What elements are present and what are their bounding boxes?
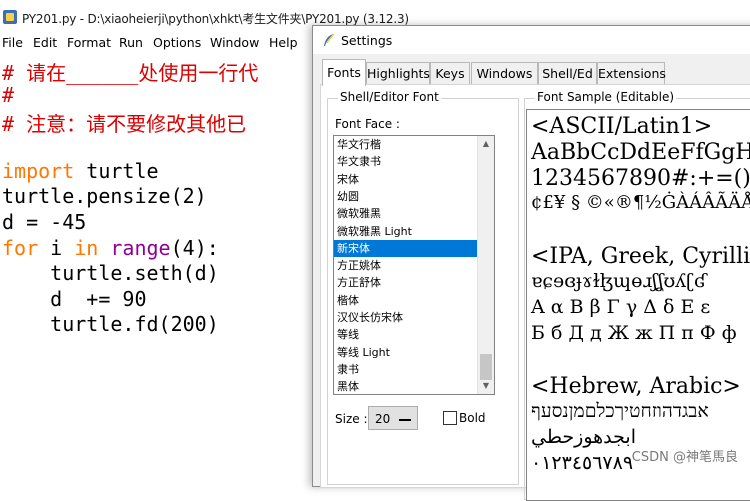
font-face-list[interactable]: 华文行楷 华文隶书 宋体 幼圆 微软雅黑 微软雅黑 Light 新宋体 方正姚体… xyxy=(333,135,495,395)
tab-keys[interactable]: Keys xyxy=(430,62,470,85)
code-line: d += 90 xyxy=(2,287,147,311)
sample-line: ابجدهوزحطي xyxy=(531,426,636,448)
menu-run[interactable]: Run xyxy=(119,35,143,50)
font-list-item[interactable]: 微软雅黑 Light xyxy=(334,223,481,240)
sample-line: ¢£¥ § ©«®¶½ĠÀÁÂÃÄÅ xyxy=(531,192,750,213)
sample-line: ɐɕɘɞɟɤɫɮɰɵɹʃʆʊʎʗʛ xyxy=(531,270,707,292)
menu-help[interactable]: Help xyxy=(269,35,298,50)
dialog-title: Settings xyxy=(341,33,393,48)
code-line: for i in range(4): xyxy=(2,236,219,260)
scrollbar-thumb[interactable] xyxy=(480,354,492,380)
code-comment-line: # xyxy=(2,83,15,107)
tab-shell-ed[interactable]: Shell/Ed xyxy=(538,62,597,85)
code-comment-line: # 请在______处使用一行代 xyxy=(2,61,259,85)
python-idle-icon xyxy=(3,10,17,24)
font-face-label: Font Face : xyxy=(335,117,400,131)
group-label: Font Sample (Editable) xyxy=(535,90,677,104)
bold-checkbox[interactable] xyxy=(443,411,457,425)
font-list-item[interactable]: 方正舒体 xyxy=(334,274,481,291)
font-list-item[interactable]: 等线 Light xyxy=(334,344,481,361)
settings-dialog: Settings Fonts Highlights Keys Windows S… xyxy=(312,25,750,501)
font-list-item[interactable]: 微软雅黑 xyxy=(334,205,481,222)
fonts-tab-panel: Shell/Editor Font Font Face : 华文行楷 华文隶书 … xyxy=(320,84,750,501)
tab-windows[interactable]: Windows xyxy=(471,62,538,85)
code-editor[interactable]: # 请在______处使用一行代 # # 注意：请不要修改其他已 import … xyxy=(0,55,320,473)
sample-line: AaBbCcDdEeFfGgHhIi xyxy=(531,140,750,165)
sample-line: <Hebrew, Arabic> xyxy=(531,374,741,399)
sample-line: אבגדהוזחטיךכלםמןנסעף xyxy=(531,400,709,422)
group-label: Shell/Editor Font xyxy=(338,90,441,104)
csdn-watermark: CSDN @神笔馬良 xyxy=(631,450,738,465)
menu-options[interactable]: Options xyxy=(153,35,201,50)
code-line: import turtle xyxy=(2,159,159,183)
menu-format[interactable]: Format xyxy=(67,35,111,50)
tab-extensions[interactable]: Extensions xyxy=(597,62,666,85)
font-size-dropdown[interactable]: 20 xyxy=(368,406,418,430)
sample-line: ٠١٢٣٤٥٦٧٨٩ xyxy=(531,452,634,474)
menu-window[interactable]: Window xyxy=(210,35,259,50)
sample-line: <ASCII/Latin1> xyxy=(531,114,713,139)
bold-label: Bold xyxy=(459,411,486,425)
idle-feather-icon xyxy=(324,33,335,46)
font-list-item[interactable]: 隶书 xyxy=(334,361,481,378)
tab-highlights[interactable]: Highlights xyxy=(366,62,430,85)
font-list-item[interactable]: 宋体 xyxy=(334,171,481,188)
font-list-item[interactable]: 等线 xyxy=(334,326,481,343)
font-list-item[interactable]: 汉仪长仿宋体 xyxy=(334,309,481,326)
font-list-scrollbar[interactable]: ▲ ▼ xyxy=(477,136,494,394)
menu-edit[interactable]: Edit xyxy=(33,35,57,50)
sample-line: Α α Β β Γ γ Δ δ Ε ε xyxy=(531,296,711,318)
code-line: turtle.fd(200) xyxy=(2,312,219,336)
tab-fonts[interactable]: Fonts xyxy=(322,59,366,86)
dialog-titlebar: Settings xyxy=(313,26,750,54)
font-list-item[interactable]: 楷体 xyxy=(334,292,481,309)
font-list-item[interactable]: 黑体 xyxy=(334,378,481,394)
code-comment-line: # 注意：请不要修改其他已 xyxy=(2,112,247,136)
font-list-item[interactable]: 华文隶书 xyxy=(334,153,481,170)
menu-indicator-icon xyxy=(399,419,411,421)
sample-line: <IPA, Greek, Cyrillic> xyxy=(531,244,750,269)
editor-menubar: File Edit Format Run Options Window Help xyxy=(0,33,330,53)
scroll-down-icon[interactable]: ▼ xyxy=(478,378,494,394)
font-list-item[interactable]: 华文行楷 xyxy=(334,136,481,153)
font-list-item[interactable]: 方正姚体 xyxy=(334,257,481,274)
sample-line: 1234567890#:+=(){} xyxy=(531,166,750,191)
font-size-value: 20 xyxy=(375,412,391,426)
font-list-item[interactable]: 幼圆 xyxy=(334,188,481,205)
scroll-up-icon[interactable]: ▲ xyxy=(478,136,494,152)
code-line: d = -45 xyxy=(2,210,87,234)
code-line: turtle.pensize(2) xyxy=(2,184,207,208)
font-sample-text[interactable]: <ASCII/Latin1> AaBbCcDdEeFfGgHhIi 123456… xyxy=(526,109,750,501)
font-list-item-selected[interactable]: 新宋体 xyxy=(334,239,481,258)
size-label: Size : xyxy=(335,412,368,426)
sample-line: Б б Д д Ж ж П п Ф ф xyxy=(531,322,737,344)
code-line: turtle.seth(d) xyxy=(2,261,219,285)
menu-file[interactable]: File xyxy=(2,35,23,50)
